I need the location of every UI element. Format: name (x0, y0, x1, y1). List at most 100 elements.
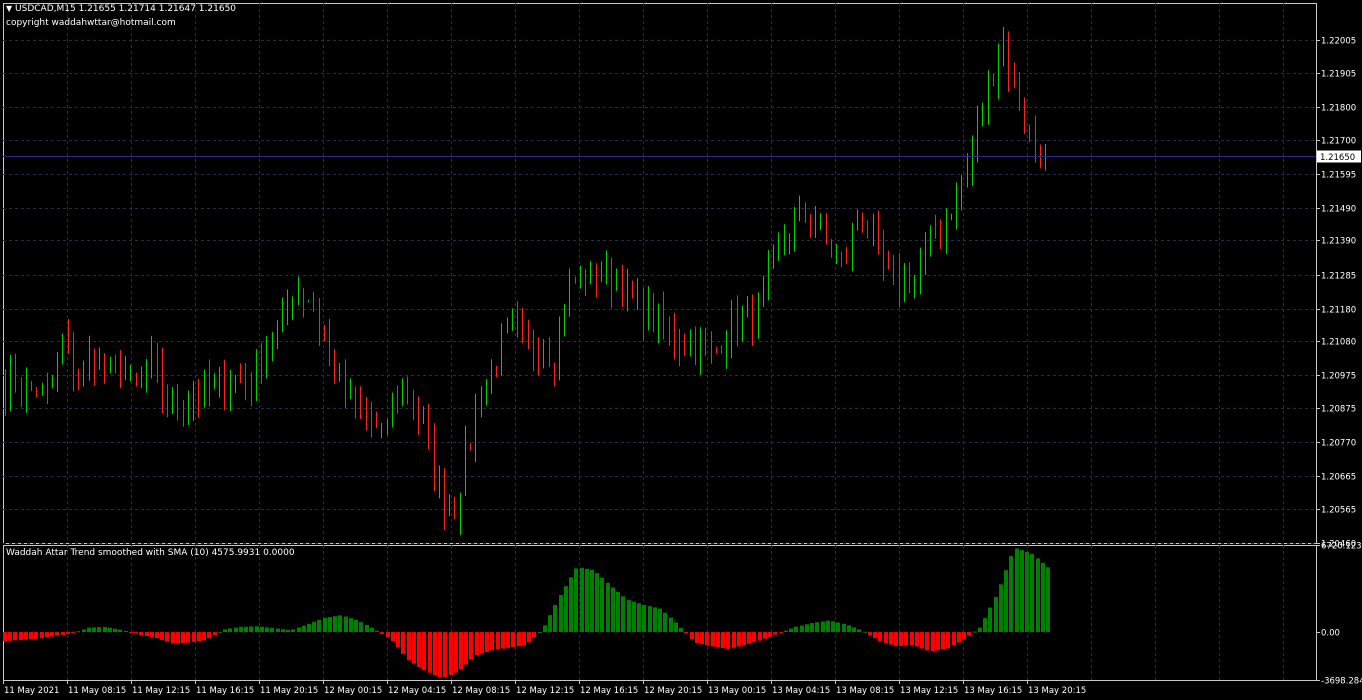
histogram-bar (317, 619, 321, 633)
histogram-bar (82, 629, 86, 633)
histogram-bar (1046, 567, 1050, 633)
candles-group (5, 26, 1046, 535)
histogram-bar (391, 632, 395, 641)
histogram-bar (920, 632, 924, 649)
histogram-bar (76, 631, 80, 633)
histogram-bar (134, 632, 138, 634)
histogram-bar (506, 632, 510, 648)
histogram-bar (669, 617, 673, 633)
histogram-bar (884, 632, 888, 643)
histogram-bar (621, 596, 625, 633)
histogram-bar (648, 606, 652, 633)
histogram-bar (873, 632, 877, 639)
histogram-bar (779, 632, 783, 634)
chart-canvas: 1.22005 1.21905 1.21800 1.21700 1.21595 1.214… (3, 3, 1362, 696)
histogram-bar (485, 632, 489, 652)
time-tick-label: 11 May 12:15 (132, 686, 190, 696)
histogram-bar (459, 632, 463, 670)
bid-price-label: 1.21650 (1320, 153, 1355, 163)
histogram-bar (585, 568, 589, 633)
histogram-bar (438, 632, 442, 678)
histogram-bar (213, 632, 217, 636)
histogram-bar (118, 629, 122, 633)
collapse-triangle-icon[interactable]: ▼ (6, 4, 12, 13)
histogram-bar (931, 632, 935, 652)
histogram-bar (737, 632, 741, 647)
histogram-bar (307, 623, 311, 633)
histogram-bar (705, 632, 709, 646)
time-tick-label: 13 May 20:15 (1028, 686, 1086, 696)
histogram-bar (139, 632, 143, 635)
histogram-bar (108, 627, 112, 633)
histogram-bar (590, 569, 594, 633)
time-tick-label: 13 May 04:15 (772, 686, 830, 696)
price-tick-label: 1.21490 (1321, 205, 1356, 215)
histogram-bar (87, 627, 91, 633)
histogram-bar (721, 632, 725, 649)
histogram-bar (380, 632, 384, 634)
histogram-bar (480, 632, 484, 654)
histogram-bar (13, 632, 17, 641)
symbol-header[interactable]: ▼ USDCAD,M15 1.21655 1.21714 1.21647 1.2… (6, 4, 236, 14)
histogram-bar (627, 600, 631, 633)
histogram-bar (1009, 556, 1013, 633)
histogram-bar (1020, 550, 1024, 633)
price-tick-label: 1.21800 (1321, 104, 1356, 114)
histogram-bar (197, 632, 201, 642)
histogram-bar (464, 632, 468, 665)
histogram-bar (412, 632, 416, 664)
histogram-bar (333, 616, 337, 633)
histogram-bar (679, 627, 683, 633)
histogram-bar (543, 625, 547, 633)
histogram-bar (396, 632, 400, 648)
histogram-bar (55, 632, 59, 636)
histogram-bar (836, 622, 840, 633)
histogram-bar (600, 577, 604, 633)
time-tick-label: 13 May 00:15 (708, 686, 766, 696)
time-tick-label: 13 May 16:15 (964, 686, 1022, 696)
histogram-bar (904, 632, 908, 646)
histogram-bar (789, 628, 793, 633)
time-tick-label: 11 May 16:15 (196, 686, 254, 696)
histogram-bar (192, 632, 196, 642)
histogram-bar (794, 626, 798, 633)
histogram-bar (218, 631, 222, 633)
indicator-tick-label: 0.00 (1321, 629, 1340, 639)
histogram-bar (40, 632, 44, 639)
price-tick-label: 1.21180 (1321, 306, 1356, 316)
histogram-bar (910, 632, 914, 646)
histogram-bar (988, 607, 992, 633)
histogram-bar (207, 632, 211, 639)
histogram-group (3, 548, 1050, 678)
histogram-bar (632, 601, 636, 633)
histogram-bar (826, 620, 830, 633)
histogram-bar (758, 632, 762, 641)
histogram-bar (449, 632, 453, 675)
time-tick-label: 13 May 12:15 (900, 686, 958, 696)
histogram-bar (234, 627, 238, 633)
histogram-bar (8, 632, 12, 641)
histogram-bar (312, 621, 316, 633)
histogram-bar (752, 632, 756, 643)
histogram-bar (915, 632, 919, 647)
histogram-bar (270, 627, 274, 633)
histogram-bar (894, 632, 898, 647)
histogram-bar (962, 632, 966, 640)
histogram-bar (899, 632, 903, 646)
histogram-bar (815, 622, 819, 633)
histogram-bar (171, 632, 175, 644)
indicator-tick-label: -3698.2849 (1321, 677, 1362, 687)
histogram-bar (805, 624, 809, 633)
histogram-bar (952, 632, 956, 646)
histogram-bar (936, 632, 940, 651)
histogram-bar (852, 627, 856, 633)
histogram-bar (538, 631, 542, 633)
histogram-bar (365, 624, 369, 633)
histogram-bar (291, 629, 295, 633)
histogram-bar (433, 632, 437, 676)
histogram-bar (401, 632, 405, 654)
histogram-bar (145, 632, 149, 637)
histogram-bar (323, 617, 327, 633)
indicator-tick-label: 6720.1239 (1321, 542, 1362, 552)
histogram-bar (113, 628, 117, 633)
